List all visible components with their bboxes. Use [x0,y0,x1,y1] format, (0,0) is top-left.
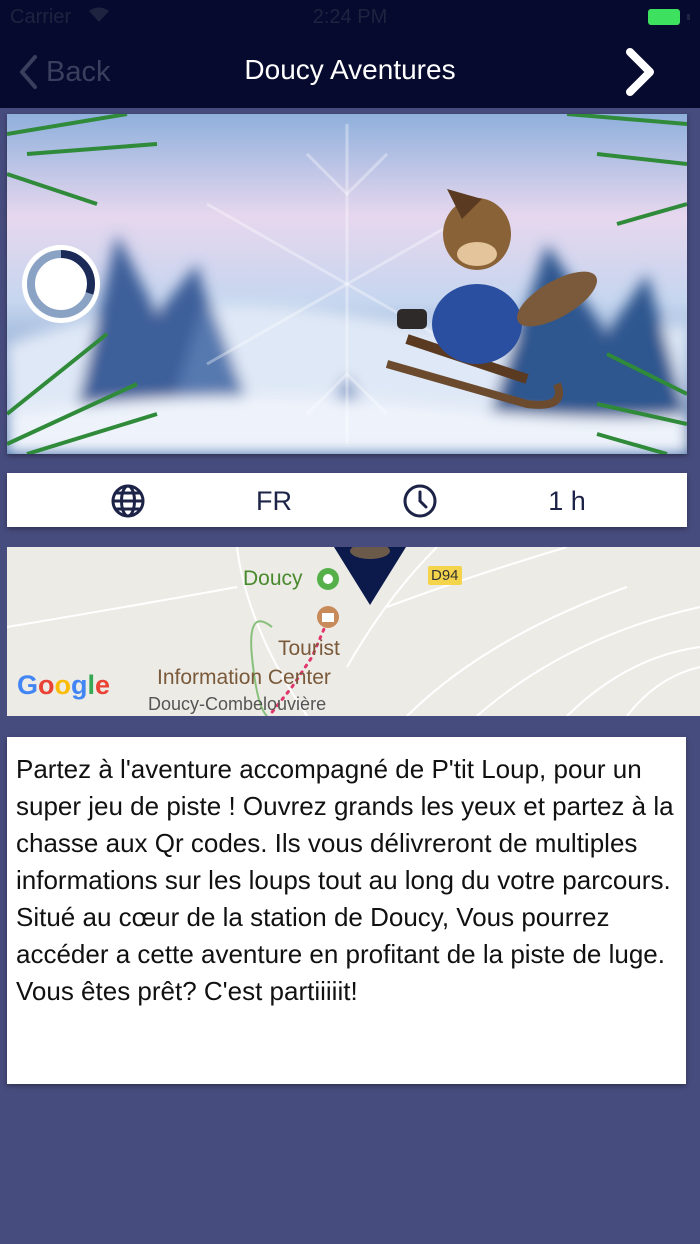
hero-image [7,114,687,454]
page-title: Doucy Aventures [244,54,456,85]
chevron-right-icon[interactable] [620,46,660,98]
clock-icon [403,484,437,518]
duration-label: 1 h [548,486,586,516]
globe-icon [111,484,145,518]
map-view[interactable]: Doucy D94 Tourist Information Center Dou… [7,547,700,716]
map-label-combe: Doucy-Combelouvière [148,694,327,714]
road-badge: D94 [428,566,462,585]
map-pin-icon[interactable] [334,547,406,607]
nav-bar: Back Doucy Aventures [0,36,700,108]
tourist-info-icon [317,606,339,628]
map-label-tourist: Tourist [278,637,340,660]
map-label-doucy: Doucy [243,567,303,590]
status-time: 2:24 PM [312,6,388,28]
status-bar: Carrier 2:24 PM [0,0,700,36]
map-label-info-center: Information Center [157,666,331,689]
description-text: Partez à l'aventure accompagné de P'tit … [7,737,686,1084]
progress-ring [22,245,100,323]
hero-illustration [7,114,687,454]
place-marker-icon [317,568,339,590]
google-logo: Google [17,670,111,700]
language-label: FR [256,486,292,516]
info-bar: FR 1 h [7,473,687,527]
battery-icon [648,9,690,25]
